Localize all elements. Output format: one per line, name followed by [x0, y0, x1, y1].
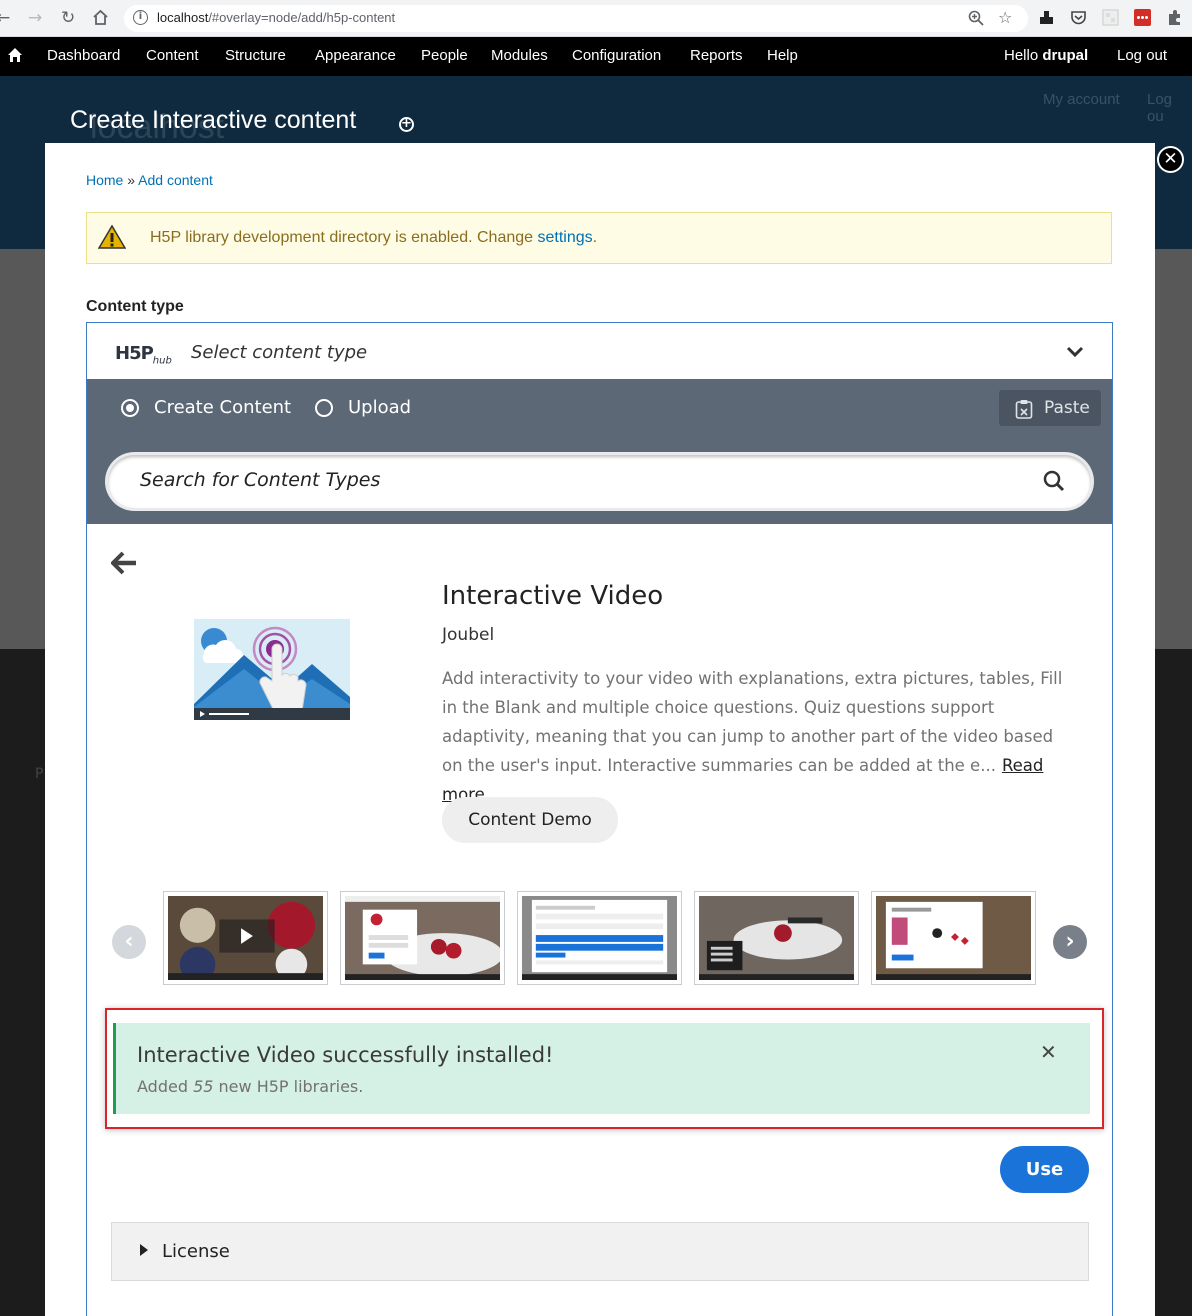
- pocket-icon[interactable]: [1070, 9, 1087, 26]
- breadcrumb: Home » Add content: [86, 172, 213, 188]
- carousel-next-button[interactable]: ›: [1053, 925, 1087, 959]
- screenshot-thumbnail[interactable]: [694, 891, 859, 985]
- breadcrumb-add-content[interactable]: Add content: [138, 172, 213, 188]
- page-title: Create Interactive content: [70, 106, 357, 134]
- zoom-icon[interactable]: [968, 10, 984, 26]
- home-icon[interactable]: [92, 9, 109, 26]
- toolbar-item-modules[interactable]: Modules: [491, 47, 548, 64]
- screenshot-thumbnail[interactable]: [517, 891, 682, 985]
- site-info-icon[interactable]: i: [133, 10, 148, 25]
- back-arrow-icon[interactable]: [111, 551, 137, 575]
- expand-triangle-icon: [140, 1244, 148, 1256]
- license-panel[interactable]: License: [111, 1222, 1089, 1281]
- paste-button[interactable]: Paste: [999, 390, 1101, 426]
- h5p-hub: H5Phub Select content type Create Conten…: [86, 322, 1113, 1316]
- warning-message: H5P library development directory is ena…: [86, 212, 1112, 264]
- screenshot-thumbnail[interactable]: [163, 891, 328, 985]
- warning-icon: [98, 224, 126, 249]
- screenshot-thumbnail[interactable]: [340, 891, 505, 985]
- screenshot-3-image: [522, 896, 677, 980]
- toolbar-item-reports[interactable]: Reports: [690, 47, 743, 64]
- search-bar-container: Search for Content Types: [87, 438, 1112, 524]
- extensions-puzzle-icon[interactable]: [1166, 9, 1183, 26]
- use-button[interactable]: Use: [1000, 1146, 1089, 1193]
- tab-upload[interactable]: Upload: [315, 379, 425, 438]
- toolbar-item-appearance[interactable]: Appearance: [315, 47, 396, 64]
- search-placeholder: Search for Content Types: [140, 469, 381, 491]
- toolbar-item-help[interactable]: Help: [767, 47, 798, 64]
- content-type-description: Add interactivity to your video with exp…: [442, 669, 1063, 804]
- add-shortcut-icon[interactable]: +: [399, 117, 414, 132]
- bg-my-account-link: My account: [1043, 91, 1120, 108]
- content-type-label: Content type: [86, 298, 184, 315]
- toolbar-item-configuration[interactable]: Configuration: [572, 47, 661, 64]
- toolbar-item-structure[interactable]: Structure: [225, 47, 286, 64]
- close-overlay-button[interactable]: ✕: [1157, 146, 1184, 173]
- interactive-video-icon: [194, 619, 350, 720]
- license-label: License: [162, 1241, 230, 1262]
- radio-unselected-icon: [315, 399, 333, 417]
- search-input[interactable]: Search for Content Types: [108, 455, 1091, 508]
- chevron-down-icon[interactable]: [1064, 340, 1086, 362]
- screenshot-5-image: [876, 896, 1031, 980]
- clipboard-icon: [1015, 400, 1033, 419]
- admin-toolbar: Dashboard Content Structure Appearance P…: [0, 37, 1192, 76]
- hub-tabs: Create Content Upload Paste: [87, 379, 1112, 494]
- success-message: Interactive Video successfully installed…: [113, 1023, 1090, 1114]
- screenshot-1-image: [168, 896, 323, 982]
- carousel-prev-button[interactable]: ‹: [112, 925, 146, 959]
- browser-toolbar: ← → ↻ i localhost/#overlay=node/add/h5p-…: [0, 0, 1192, 37]
- bookmark-star-icon[interactable]: ☆: [998, 8, 1012, 27]
- hub-selector-header[interactable]: H5Phub Select content type: [87, 323, 1112, 379]
- radio-selected-icon: [121, 399, 139, 417]
- screenshot-4-image: [699, 896, 854, 980]
- close-message-icon[interactable]: ✕: [1040, 1040, 1057, 1064]
- toolbar-item-dashboard[interactable]: Dashboard: [47, 47, 120, 64]
- bg-logout-link: Log ou: [1147, 91, 1173, 125]
- address-bar[interactable]: i localhost/#overlay=node/add/h5p-conten…: [124, 5, 1028, 32]
- success-title: Interactive Video successfully installed…: [137, 1043, 554, 1067]
- breadcrumb-home[interactable]: Home: [86, 172, 123, 188]
- h5p-hub-logo: H5Phub: [115, 343, 172, 367]
- bg-text-fragment: P: [35, 766, 44, 782]
- extension-download-icon[interactable]: [1038, 9, 1055, 26]
- screenshot-2-image: [345, 896, 503, 980]
- back-icon[interactable]: ←: [0, 8, 10, 28]
- success-detail: Added 55 new H5P libraries.: [137, 1077, 364, 1096]
- reload-icon[interactable]: ↻: [61, 8, 75, 28]
- toolbar-logout[interactable]: Log out: [1117, 47, 1167, 64]
- user-greeting[interactable]: Hello drupal: [1004, 47, 1088, 64]
- highlight-box: Interactive Video successfully installed…: [105, 1008, 1104, 1129]
- toolbar-item-content[interactable]: Content: [146, 47, 199, 64]
- home-icon[interactable]: [7, 47, 23, 63]
- content-type-author: Joubel: [442, 625, 495, 645]
- forward-icon[interactable]: →: [28, 8, 42, 28]
- settings-link[interactable]: settings: [537, 229, 592, 246]
- extension-grid-icon[interactable]: [1102, 9, 1119, 26]
- url-text: localhost/#overlay=node/add/h5p-content: [157, 10, 396, 25]
- select-content-type-label: Select content type: [191, 342, 368, 363]
- search-icon[interactable]: [1043, 470, 1065, 492]
- content-type-title: Interactive Video: [442, 581, 664, 611]
- screenshot-thumbnail[interactable]: [871, 891, 1036, 985]
- lastpass-icon[interactable]: [1134, 9, 1151, 26]
- content-demo-button[interactable]: Content Demo: [442, 797, 618, 843]
- toolbar-item-people[interactable]: People: [421, 47, 468, 64]
- tab-create-content[interactable]: Create Content: [121, 379, 301, 438]
